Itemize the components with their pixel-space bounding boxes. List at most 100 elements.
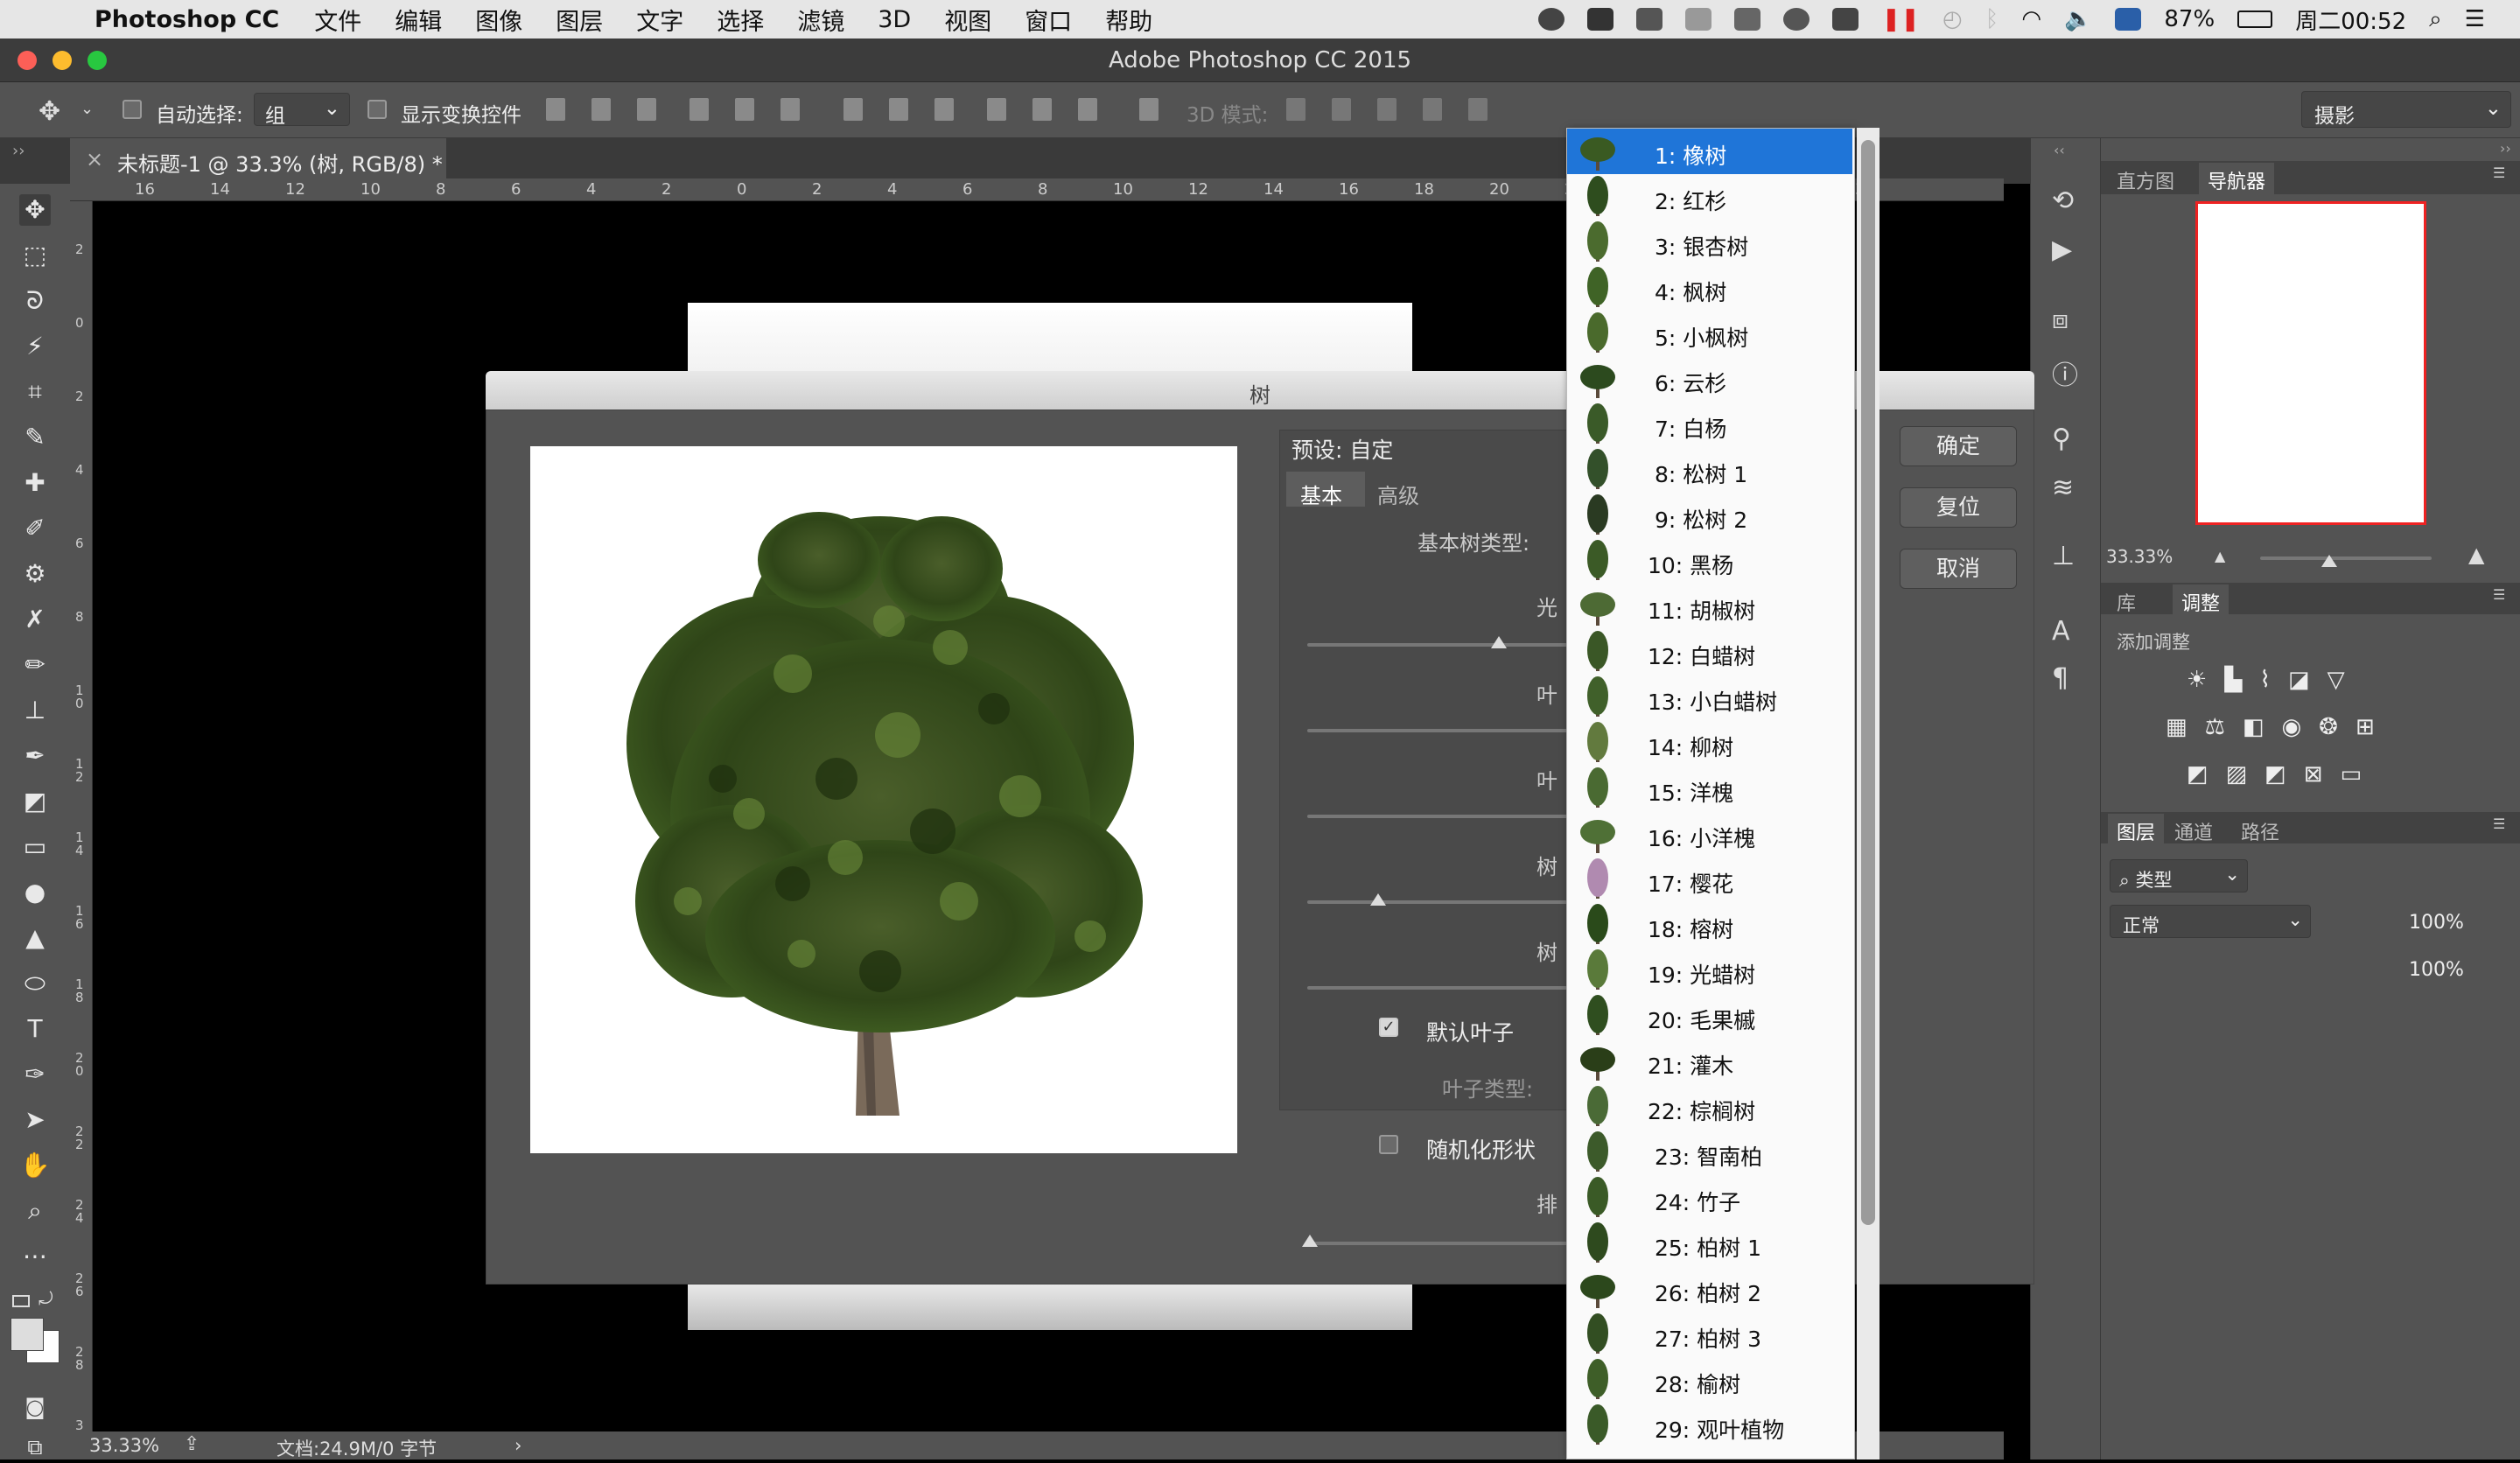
gradient-tool-icon[interactable]: ▭	[19, 831, 51, 863]
blend-mode-dropdown[interactable]: 正常 ⌄	[2110, 905, 2311, 938]
tree-preview[interactable]	[530, 446, 1237, 1153]
menu-window[interactable]: 窗口	[1025, 3, 1072, 37]
healing-brush-tool-icon[interactable]: ✚	[19, 467, 51, 499]
tree-list-item[interactable]: 15: 洋槐	[1567, 766, 1852, 811]
notification-icon[interactable]: ☰	[2465, 6, 2485, 32]
path-selection-tool-icon[interactable]: ➤	[19, 1104, 51, 1136]
leaves-size-slider[interactable]	[1307, 815, 1570, 818]
zoom-in-icon[interactable]: ▲	[2468, 542, 2484, 567]
collapse-strip-icon[interactable]: ‹‹	[2054, 142, 2065, 158]
menu-3d[interactable]: 3D	[878, 6, 911, 33]
tree-list-item[interactable]: 5: 小枫树	[1567, 311, 1852, 356]
battery-icon[interactable]	[2237, 10, 2273, 28]
tree-list-item[interactable]: 21: 灌木	[1567, 1039, 1852, 1084]
align-right-icon[interactable]	[780, 98, 800, 121]
tree-list-item[interactable]: 24: 竹子	[1567, 1175, 1852, 1221]
tree-list-item[interactable]: 7: 白杨	[1567, 402, 1852, 447]
magic-wand-tool-icon[interactable]: ⚡	[19, 331, 51, 362]
photo-filter-icon[interactable]: ◉	[2281, 714, 2301, 740]
paragraph-panel-icon[interactable]: ¶	[2052, 663, 2068, 694]
vertical-ruler[interactable]: 2024681 01 21 41 61 82 02 22 42 62 83 0	[70, 201, 93, 1446]
lasso-tool-icon[interactable]: ᘐ	[19, 285, 51, 317]
tab-channels[interactable]: 通道	[2174, 817, 2213, 845]
leaves-amount-slider[interactable]	[1307, 729, 1570, 732]
branch-height-slider[interactable]	[1307, 900, 1570, 904]
3d-roll-icon[interactable]	[1332, 98, 1351, 121]
tree-list-item[interactable]: 26: 柏树 2	[1567, 1266, 1852, 1312]
fill-value[interactable]: 100%	[2409, 959, 2464, 981]
navigator-zoom-thumb[interactable]	[2321, 555, 2337, 567]
zoom-out-icon[interactable]: ▲	[2215, 548, 2225, 564]
preset-label[interactable]: 预设: 自定	[1292, 433, 1393, 465]
sponge-tool-icon[interactable]: ⬭	[19, 968, 51, 999]
tree-type-list[interactable]: 1: 橡树 2: 红杉 3: 银杏树 4: 枫树 5: 小枫树 6: 云杉 7: 白杨 8: …	[1566, 128, 1855, 1460]
tree-list-item[interactable]: 6: 云杉	[1567, 356, 1852, 402]
move-tool-icon[interactable]: ✥	[38, 96, 60, 127]
pencil-tool-icon[interactable]: ✏	[19, 649, 51, 681]
align-hcenter-icon[interactable]	[735, 98, 754, 121]
tree-list-scroll-thumb[interactable]	[1861, 140, 1875, 1225]
time-machine-icon[interactable]: ◴	[1942, 6, 1963, 32]
auto-select-dropdown[interactable]: 组 ⌄	[254, 93, 350, 128]
tree-list-item[interactable]: 14: 柳树	[1567, 720, 1852, 766]
tree-list-item[interactable]: 19: 光蜡树	[1567, 948, 1852, 993]
clone-source-icon[interactable]: ⊥	[2052, 541, 2075, 571]
distribute-left-icon[interactable]	[987, 98, 1006, 121]
light-direction-slider[interactable]	[1307, 643, 1570, 647]
align-top-icon[interactable]	[546, 98, 565, 121]
crop-tool-icon[interactable]: ⌗	[19, 376, 51, 408]
tree-list-item[interactable]: 23: 智南柏	[1567, 1130, 1852, 1175]
menu-file[interactable]: 文件	[314, 3, 361, 37]
brush-panel-icon[interactable]: ≋	[2052, 472, 2074, 503]
tree-list-item[interactable]: 17: 樱花	[1567, 857, 1852, 902]
align-left-icon[interactable]	[690, 98, 709, 121]
distribute-top-icon[interactable]	[844, 98, 863, 121]
randomize-shape-checkbox[interactable]	[1379, 1135, 1398, 1154]
branch-thickness-slider[interactable]	[1307, 986, 1570, 990]
distribute-hcenter-icon[interactable]	[1032, 98, 1052, 121]
zoom-tool-icon[interactable]: ⌕	[19, 1195, 51, 1227]
default-colors-icon[interactable]	[12, 1295, 30, 1307]
tree-list-item[interactable]: 8: 松树 1	[1567, 447, 1852, 493]
search-icon[interactable]: ⌕	[2429, 6, 2442, 33]
pen-tool-icon[interactable]: ✑	[19, 1059, 51, 1090]
tree-list-item[interactable]: 9: 松树 2	[1567, 493, 1852, 538]
align-vcenter-icon[interactable]	[592, 98, 611, 121]
move-tool-icon[interactable]: ✥	[19, 194, 51, 226]
clock[interactable]: 周二00:52	[2295, 4, 2406, 36]
zoom-level[interactable]: 33.33%	[89, 1435, 159, 1456]
tab-adjustments[interactable]: 调整	[2173, 584, 2230, 620]
3d-orbit-icon[interactable]	[1286, 98, 1306, 121]
workspace-dropdown[interactable]: 摄影 ⌄	[2301, 91, 2511, 128]
stamp-tool-icon[interactable]: ⊥	[19, 695, 51, 726]
channel-mixer-icon[interactable]: ❂	[2319, 714, 2338, 740]
levels-icon[interactable]: ▙	[2224, 667, 2242, 693]
panel-menu-icon[interactable]: ☰	[2493, 164, 2505, 181]
type-tool-icon[interactable]: T	[19, 1013, 51, 1045]
auto-align-icon[interactable]	[1139, 98, 1158, 121]
tree-list-item[interactable]: 16: 小洋槐	[1567, 811, 1852, 857]
menu-help[interactable]: 帮助	[1105, 3, 1152, 37]
default-leaves-checkbox[interactable]: ✓	[1379, 1018, 1398, 1037]
collapse-panels-icon[interactable]: ››	[2500, 140, 2511, 157]
status-menu-arrow-icon[interactable]: ›	[514, 1435, 522, 1456]
tree-list-item[interactable]: 1: 橡树	[1567, 129, 1852, 174]
exposure-icon[interactable]: ◪	[2288, 667, 2310, 693]
swap-colors-icon[interactable]: ⤾	[38, 1288, 53, 1309]
volume-icon[interactable]: 🔈	[2064, 6, 2092, 32]
menu-image[interactable]: 图像	[475, 3, 522, 37]
brush-presets-icon[interactable]: ⚲	[2052, 424, 2071, 454]
quick-mask-icon[interactable]: ◙	[19, 1391, 51, 1423]
panel-menu-icon[interactable]: ☰	[2493, 816, 2505, 832]
tree-list-item[interactable]: 11: 胡椒树	[1567, 584, 1852, 629]
tree-list-item[interactable]: 27: 柏树 3	[1567, 1312, 1852, 1357]
cancel-button[interactable]: 取消	[1900, 549, 2017, 589]
history-brush-tool-icon[interactable]: ✗	[19, 604, 51, 635]
show-transform-checkbox[interactable]	[368, 100, 387, 119]
dropbox-icon[interactable]	[1636, 8, 1663, 31]
tree-list-item[interactable]: 29: 观叶植物	[1567, 1403, 1852, 1448]
bird-icon[interactable]	[1734, 8, 1761, 31]
menu-edit[interactable]: 编辑	[395, 3, 442, 37]
3d-pan-icon[interactable]	[1377, 98, 1396, 121]
blur-tool-icon[interactable]: ●	[19, 877, 51, 908]
